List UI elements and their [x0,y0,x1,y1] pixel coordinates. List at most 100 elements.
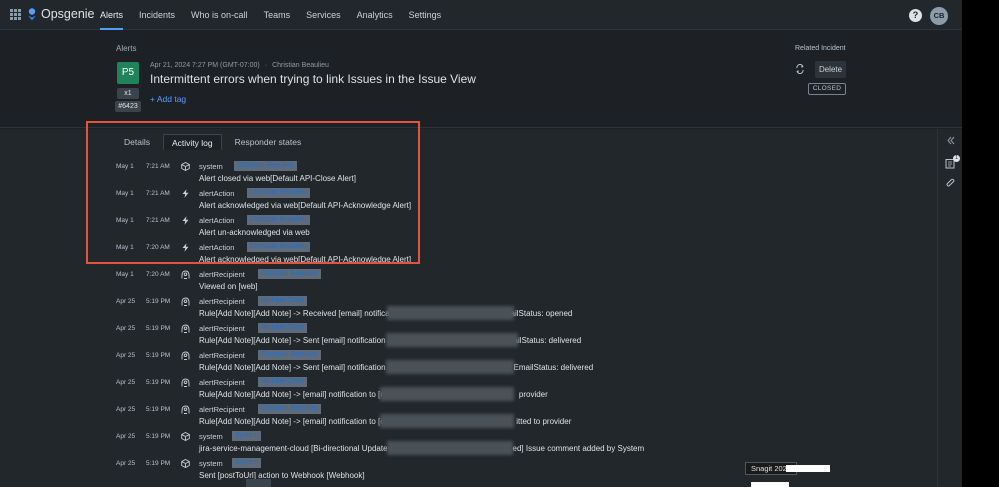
help-icon[interactable]: ? [909,9,922,22]
entry-date: Apr 25 [116,298,136,305]
entry-user: Christian Beaulieu [234,161,297,171]
entry-message: Viewed on [web] [199,282,258,291]
entry-actor: alertRecipient [199,351,245,360]
entry-message: Alert un-acknowledged via web [199,228,310,237]
nav-items: Alerts Incidents Who is on-call Teams Se… [100,0,457,30]
entry-user: System [232,458,262,468]
entry-actor: system [199,459,223,468]
entry-user: Christian Beaulieu [258,269,321,279]
nav-incidents[interactable]: Incidents [139,0,175,30]
nav-who-is-on-call[interactable]: Who is on-call [191,0,248,30]
entry-message: Alert acknowledged via web[Default API-A… [199,201,412,210]
entry-time: 5:19 PM [146,379,171,386]
add-tag-link[interactable]: + Add tag [150,94,186,104]
entry-date: Apr 25 [116,325,136,332]
redacted-blur [386,333,518,347]
entry-time: 7:21 AM [146,190,170,197]
nav-services[interactable]: Services [306,0,341,30]
message-head: Rule[Add Note][Add Note] -> Sent [email]… [199,336,386,345]
entry-date: May 1 [116,190,134,197]
entry-time: 5:19 PM [146,460,171,467]
status-badge: CLOSED [808,83,846,95]
tab-responder-states[interactable]: Responder states [227,134,310,150]
recipient-icon [181,270,190,279]
nav-settings[interactable]: Settings [409,0,442,30]
side-rail: 1 [937,129,962,487]
user-avatar[interactable]: CB [930,7,948,25]
entry-user: Christian Beaulieu [258,350,321,360]
entry-message: Rule[Add Note][Add Note] -> Received [em… [199,309,572,318]
attachment-icon[interactable] [945,178,956,189]
priority-badge[interactable]: P5 [117,62,139,84]
entry-time: 5:19 PM [146,298,171,305]
entry-date: May 1 [116,244,134,251]
app-switcher-icon[interactable] [10,9,21,20]
cube-icon [181,432,190,441]
recipient-icon [181,378,190,387]
count-badge: x1 [117,88,139,99]
entry-actor: alertAction [199,216,235,225]
entry-actor: alertAction [199,243,235,252]
entry-time: 7:21 AM [146,217,170,224]
sync-icon[interactable] [795,64,805,74]
entry-actor: alertRecipient [199,324,245,333]
redacted-blur [380,387,514,401]
breadcrumb[interactable]: Alerts [116,44,136,53]
activity-entry: Apr 25 5:19 PM alertRecipient Christian … [0,401,700,428]
activity-entry: Apr 25 5:19 PM alertRecipient Michael Ch… [0,374,700,401]
nav-alerts[interactable]: Alerts [100,0,124,30]
entry-actor: system [199,432,223,441]
lightning-icon [182,243,189,252]
activity-entry: Apr 25 5:19 PM alertRecipient Michael Ch… [0,293,700,320]
cube-icon [181,459,190,468]
entry-date: May 1 [116,217,134,224]
entry-actor: alertRecipient [199,378,245,387]
entry-date: Apr 25 [116,406,136,413]
delete-button[interactable]: Delete [815,61,846,78]
entry-date: Apr 25 [116,379,136,386]
activity-entry: Apr 25 5:19 PM system System Sent [postT… [0,455,700,481]
tab-details[interactable]: Details [116,134,158,150]
activity-entry: May 1 7:21 AM alertAction Christian Beau… [0,185,700,211]
activity-entry: May 1 7:21 AM alertAction Christian Beau… [0,212,700,238]
logo-text: Opsgenie [41,7,95,21]
redacted-blur [387,306,514,320]
alert-header: Alerts P5 x1 #6423 Apr 21, 2024 7:27 PM … [0,31,962,128]
alert-author: Christian Beaulieu [272,62,329,69]
entry-time: 5:19 PM [146,325,171,332]
entry-message: Sent [postToUrl] action to Webhook [Webh… [199,471,365,480]
entry-date: Apr 25 [116,352,136,359]
opsgenie-logo-icon [28,7,36,20]
entry-message: Alert closed via web[Default API-Close A… [199,174,356,183]
activity-entry: May 1 7:21 AM system Christian Beaulieu … [0,158,700,184]
pagination-stub[interactable] [246,479,271,487]
entry-user: Christian Beaulieu [258,404,321,414]
opsgenie-app: Opsgenie Alerts Incidents Who is on-call… [0,0,962,487]
tab-activity-log[interactable]: Activity log [162,134,222,150]
nav-teams[interactable]: Teams [264,0,291,30]
message-tail: ailStatus: delivered [513,336,582,345]
redacted-blur [386,360,514,374]
entry-time: 5:19 PM [146,352,171,359]
entry-actor: system [199,162,223,171]
recipient-icon [181,405,190,414]
lightning-icon [182,189,189,198]
nav-analytics[interactable]: Analytics [357,0,393,30]
alert-title: Intermittent errors when trying to link … [150,72,476,86]
entry-time: 5:19 PM [146,406,171,413]
collapse-icon[interactable] [945,135,956,146]
outside-window [962,0,999,487]
message-head: Rule[Add Note][Add Note] -> Received [em… [199,309,390,318]
entry-date: Apr 25 [116,433,136,440]
entry-message: Alert acknowledged via web[Default API-A… [199,255,412,264]
entry-date: Apr 25 [116,460,136,467]
alert-meta: Apr 21, 2024 7:27 PM (GMT-07:00) · Christi… [150,62,329,69]
message-head: jira-service-management-cloud [Bi-direct… [199,444,388,453]
entry-user: Christian Beaulieu [247,188,310,198]
message-head: Rule[Add Note][Add Note] -> [email] noti… [199,390,387,399]
message-tail: provider [518,390,548,399]
opsgenie-logo[interactable]: Opsgenie [27,7,95,21]
alert-id-badge: #6423 [115,101,141,112]
activity-entry: Apr 25 5:19 PM alertRecipient Michael Ch… [0,320,700,347]
tab-bar: Details Activity log Responder states [116,134,314,150]
